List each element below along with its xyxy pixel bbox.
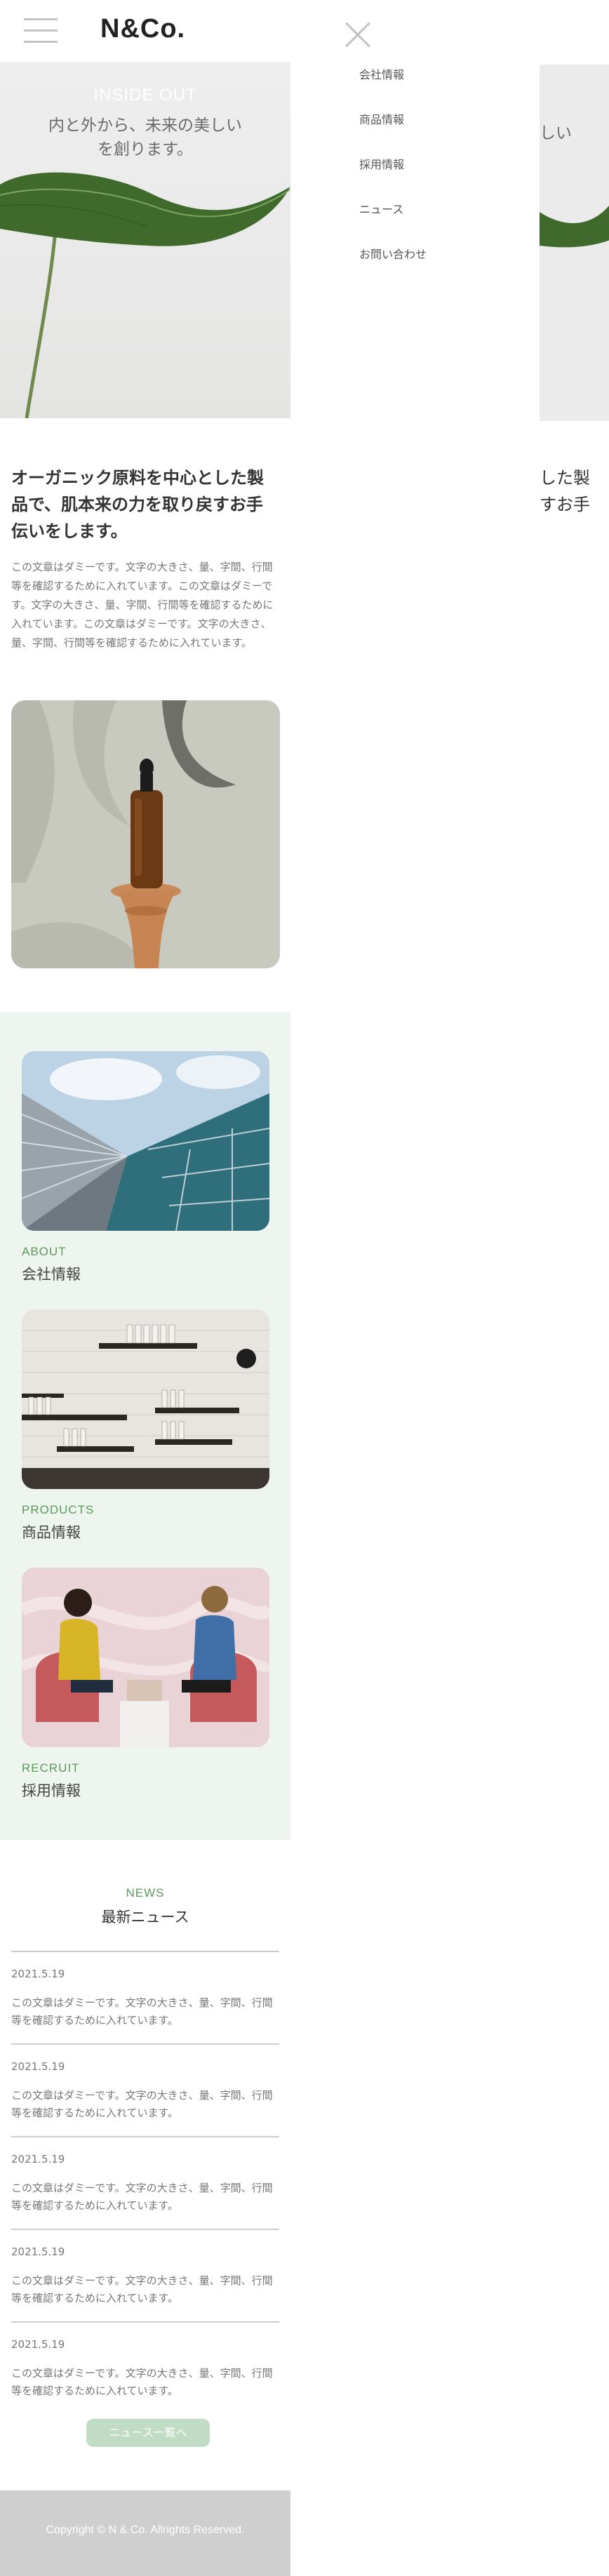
hero-tagline-en: INSIDE OUT [93, 86, 197, 105]
news-list-button[interactable]: ニュース一覧へ [86, 2419, 210, 2447]
intro-body: この文章はダミーです。文字の大きさ、量、字間、行間等を確認するために入れています… [11, 561, 274, 649]
news-item[interactable]: 2021.5.19 この文章はダミーです。文字の大きさ、量、字間、行間等を確認す… [11, 2136, 279, 2229]
nav-item-recruit[interactable]: 採用情報 [359, 155, 427, 200]
products-label-jp: 商品情報 [22, 1524, 81, 1541]
behind-title-line2: すお手 [540, 495, 590, 514]
site-logo[interactable]: N&Co. [100, 14, 185, 44]
nav-item-company[interactable]: 会社情報 [359, 65, 427, 110]
products-label-en: PRODUCTS [22, 1503, 95, 1516]
behind-intro-title: した製 すお手 [540, 465, 609, 518]
about-label-en: ABOUT [22, 1245, 67, 1258]
menu-open-view: しい した製 すお手 会社情報 商品情報 採用情報 ニュース お問い合わせ [290, 0, 609, 2576]
news-date: 2021.5.19 [11, 1968, 65, 1980]
nav-item-news[interactable]: ニュース [359, 200, 427, 245]
news-text: この文章はダミーです。文字の大きさ、量、字間、行間等を確認するために入れています… [11, 2089, 273, 2119]
nav-menu-list: 会社情報 商品情報 採用情報 ニュース お問い合わせ [359, 65, 427, 290]
hero-section: INSIDE OUT 内と外から、未来の美しい を創ります。 [0, 62, 290, 418]
news-item[interactable]: 2021.5.19 この文章はダミーです。文字の大きさ、量、字間、行間等を確認す… [11, 1951, 279, 2043]
recruit-label-jp: 採用情報 [22, 1782, 81, 1799]
nav-drawer: 会社情報 商品情報 採用情報 ニュース お問い合わせ [290, 0, 540, 435]
behind-hero-text: しい [540, 124, 572, 142]
news-item[interactable]: 2021.5.19 この文章はダミーです。文字の大きさ、量、字間、行間等を確認す… [11, 2321, 279, 2414]
intro-title: オーガニック原料を中心とした製品で、肌本来の力を取り戻すお手伝いをします。 [11, 468, 264, 541]
products-photo [22, 1309, 269, 1489]
nav-item-products[interactable]: 商品情報 [359, 110, 427, 155]
link-card-recruit[interactable]: RECRUIT 採用情報 [22, 1568, 269, 1801]
recruit-photo [22, 1568, 269, 1747]
behind-title-line1: した製 [540, 468, 590, 488]
hamburger-icon[interactable] [24, 18, 58, 44]
news-section: NEWS 最新ニュース 2021.5.19 この文章はダミーです。文字の大きさ、… [0, 1840, 290, 2490]
hero-tagline-jp: 内と外から、未来の美しい を創ります。 [0, 114, 290, 161]
news-date: 2021.5.19 [11, 2338, 65, 2351]
bottle-photo [11, 700, 280, 968]
news-text: この文章はダミーです。文字の大きさ、量、字間、行間等を確認するために入れています… [11, 2367, 273, 2397]
hero-tagline-line1: 内と外から、未来の美しい [48, 116, 242, 135]
page-behind-drawer: しい した製 すお手 [540, 0, 609, 533]
news-date: 2021.5.19 [11, 2060, 65, 2073]
nav-item-contact[interactable]: お問い合わせ [359, 245, 427, 290]
news-text: この文章はダミーです。文字の大きさ、量、字間、行間等を確認するために入れています… [11, 2274, 273, 2304]
link-card-products[interactable]: PRODUCTS 商品情報 [22, 1309, 269, 1542]
news-date: 2021.5.19 [11, 2245, 65, 2258]
news-text: この文章はダミーです。文字の大きさ、量、字間、行間等を確認するために入れています… [11, 2182, 273, 2212]
site-header: N&Co. [0, 0, 290, 62]
hero-tagline-line2: を創ります。 [98, 140, 193, 159]
news-list: 2021.5.19 この文章はダミーです。文字の大きさ、量、字間、行間等を確認す… [11, 1951, 279, 2414]
about-photo [22, 1051, 269, 1231]
link-card-about[interactable]: ABOUT 会社情報 [22, 1051, 269, 1284]
close-icon[interactable] [344, 21, 372, 49]
about-label-jp: 会社情報 [22, 1266, 81, 1283]
main-page: N&Co. INSIDE OUT 内と外から、未来の美しい を創ります。 オーガ… [0, 0, 290, 2576]
links-section: ABOUT 会社情報 PRODUCTS 商品情報 RECRUIT 採用情報 [0, 1012, 290, 1840]
news-date: 2021.5.19 [11, 2153, 65, 2165]
behind-hero: しい [540, 65, 609, 421]
news-text: この文章はダミーです。文字の大きさ、量、字間、行間等を確認するために入れています… [11, 1996, 273, 2027]
news-heading-en: NEWS [126, 1886, 165, 1900]
news-heading-jp: 最新ニュース [101, 1909, 189, 1926]
news-item[interactable]: 2021.5.19 この文章はダミーです。文字の大きさ、量、字間、行間等を確認す… [11, 2229, 279, 2321]
site-footer: Copyright © N & Co. Allrights Reserved. [0, 2490, 290, 2576]
copyright-text: Copyright © N & Co. Allrights Reserved. [46, 2524, 245, 2536]
recruit-label-en: RECRUIT [22, 1761, 80, 1775]
news-item[interactable]: 2021.5.19 この文章はダミーです。文字の大きさ、量、字間、行間等を確認す… [11, 2043, 279, 2136]
